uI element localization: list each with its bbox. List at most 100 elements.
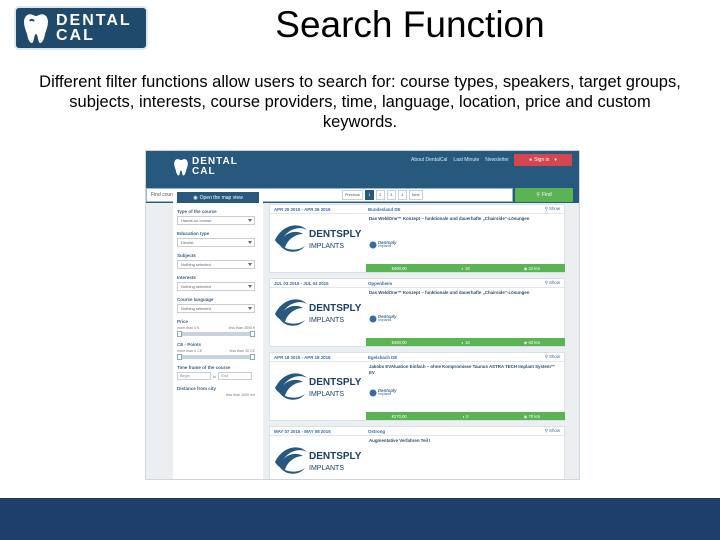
result-stats-bar: €270,00 ◐ 0 ◉ 70 km — [366, 412, 565, 420]
time-begin-input[interactable]: Begin — [177, 372, 211, 380]
filter-label-interests: Interests — [177, 275, 196, 280]
dentalcal-logo: DENTAL CAL — [14, 6, 148, 50]
svg-text:IMPLANTS: IMPLANTS — [309, 391, 344, 398]
top-link-last-minute[interactable]: Last Minute — [453, 157, 479, 163]
filter-label-course-type: Type of the course — [177, 209, 217, 214]
dentsply-implants-logo: DENTSPLY IMPLANTS — [275, 225, 361, 252]
ce-points-min-handle[interactable] — [177, 354, 182, 360]
dentsply-implants-logo: DENTSPLY IMPLANTS — [275, 373, 361, 400]
time-frame-row: Begin to End — [177, 372, 259, 380]
slide-footer-bar — [0, 498, 720, 540]
tooth-icon — [22, 12, 50, 44]
show-link[interactable]: ⚲ Show — [545, 280, 560, 286]
result-title[interactable]: Augmentative Verfahren Teil I — [369, 438, 559, 444]
filter-label-time-frame: Time frame of the course — [177, 365, 231, 370]
filter-label-distance: Distance from city — [177, 386, 217, 391]
map-marker-icon: ◉ — [193, 194, 198, 201]
result-location: Egelsbach DE — [368, 354, 398, 360]
top-link-newsletter[interactable]: Newsletter — [485, 157, 509, 163]
price-max-handle[interactable] — [250, 331, 255, 337]
provider-small-logo: Dentsply Implants — [369, 240, 409, 254]
ce-points-slider[interactable] — [177, 354, 255, 360]
svg-text:DENTSPLY: DENTSPLY — [309, 451, 361, 462]
time-end-input[interactable]: End — [218, 372, 253, 380]
course-language-select[interactable]: Nothing selected — [177, 304, 255, 313]
site-logo[interactable]: DENTAL CAL — [173, 157, 238, 177]
show-link[interactable]: ⚲ Show — [545, 428, 560, 434]
interests-select[interactable]: Nothing selected — [177, 282, 255, 291]
result-distance: ◉ 22 km — [523, 265, 540, 271]
subjects-value: Nothing selected — [181, 262, 211, 267]
result-price: €270,00 — [391, 413, 407, 419]
ce-points-range: more than 0 CE less than 30 CE — [177, 349, 259, 353]
education-type-select[interactable]: Dentist — [177, 238, 255, 247]
provider-small-logo: Dentsply Implants — [369, 388, 409, 402]
course-type-select[interactable]: Hands-on course — [177, 216, 255, 225]
pager-page-1[interactable]: 1 — [364, 190, 374, 200]
tooth-icon — [173, 157, 189, 177]
caret-down-icon — [248, 307, 252, 310]
pager-previous[interactable]: Previous — [342, 190, 363, 200]
time-separator: to — [213, 373, 217, 379]
site-logo-line2: CAL — [192, 166, 216, 177]
filter-label-course-language: Course language — [177, 297, 214, 302]
filter-sidebar: ◉ Open the map view Type of the course H… — [173, 189, 263, 479]
result-location: Bundesland DE — [368, 206, 401, 212]
result-date: APR 25 2015 - APR 26 2015 — [274, 206, 331, 212]
pager-next[interactable]: Next — [408, 190, 423, 200]
distance-max: less than 1000 km — [225, 393, 255, 397]
result-title[interactable]: Das WeldOne™ Konzept – funktionale und d… — [369, 290, 559, 296]
pager-page-4[interactable]: 4 — [397, 190, 407, 200]
svg-text:DENTSPLY: DENTSPLY — [309, 229, 361, 240]
show-link[interactable]: ⚲ Show — [545, 206, 560, 212]
show-link[interactable]: ⚲ Show — [545, 354, 560, 360]
result-points: ◐ 18 — [461, 339, 470, 345]
course-type-value: Hands-on course — [181, 218, 212, 223]
result-card[interactable]: APR 25 2015 - APR 26 2015 Bundesland DE … — [269, 204, 565, 273]
result-stats-bar: €490,00 ◐ 18 ◉ 22 km — [366, 264, 565, 272]
caret-down-icon — [248, 219, 252, 222]
website-screenshot: DENTAL CAL About DentalCal Last Minute N… — [145, 150, 580, 480]
result-title[interactable]: Das WeldOne™ Konzept – funktionale und d… — [369, 216, 559, 222]
user-icon: ● — [529, 157, 533, 163]
signin-label: Sign in — [534, 157, 550, 163]
chevron-down-icon: ▾ — [554, 157, 557, 163]
result-stats-bar: €490,00 ◐ 18 ◉ 62 km — [366, 338, 565, 346]
result-distance: ◉ 70 km — [523, 413, 540, 419]
result-location: Ostrong — [368, 428, 386, 434]
interests-value: Nothing selected — [181, 284, 211, 289]
filter-label-price: Price — [177, 319, 189, 324]
top-link-about[interactable]: About DentalCal — [411, 157, 447, 163]
pagination: Previous 1 2 3 4 Next — [342, 190, 423, 200]
result-card[interactable]: MAY 07 2015 - MAY 08 2015 Ostrong ⚲ Show… — [269, 426, 565, 479]
result-card[interactable]: JUL 03 2015 - JUL 04 2015 Oppenheim ⚲ Sh… — [269, 278, 565, 347]
result-card[interactable]: APR 18 2015 - APR 18 2015 Egelsbach DE ⚲… — [269, 352, 565, 421]
caret-down-icon — [248, 263, 252, 266]
slide-title: Search Function — [275, 4, 545, 45]
course-language-value: Nothing selected — [181, 306, 211, 311]
svg-text:DENTSPLY: DENTSPLY — [309, 377, 361, 388]
subjects-select[interactable]: Nothing selected — [177, 260, 255, 269]
pager-page-3[interactable]: 3 — [386, 190, 396, 200]
price-min-handle[interactable] — [177, 331, 182, 337]
distance-range: less than 1000 km — [177, 393, 259, 397]
svg-text:IMPLANTS: IMPLANTS — [309, 317, 344, 324]
result-location: Oppenheim — [368, 280, 393, 286]
pager-page-2[interactable]: 2 — [375, 190, 385, 200]
dentsply-implants-logo: DENTSPLY IMPLANTS — [275, 299, 361, 326]
result-price: €490,00 — [391, 339, 407, 345]
logo-line1: DENTAL — [56, 12, 132, 29]
ce-points-max-handle[interactable] — [250, 354, 255, 360]
filter-label-subjects: Subjects — [177, 253, 196, 258]
filter-label-education-type: Education type — [177, 231, 210, 236]
signin-button[interactable]: ● Sign in ▾ — [514, 154, 572, 166]
open-map-view-label: Open the map view — [199, 194, 243, 201]
filter-label-ce-points: CE - Points — [177, 342, 202, 347]
result-title[interactable]: Jakobs EVAluation Einfach – ohne Komprom… — [369, 364, 559, 376]
price-slider[interactable] — [177, 331, 255, 337]
result-date: JUL 03 2015 - JUL 04 2015 — [274, 280, 329, 286]
logo-line2: CAL — [56, 27, 95, 44]
open-map-view-button[interactable]: ◉ Open the map view — [177, 192, 259, 203]
result-date: APR 18 2015 - APR 18 2015 — [274, 354, 331, 360]
price-range: more than 0 € less than 3500 € — [177, 326, 259, 330]
